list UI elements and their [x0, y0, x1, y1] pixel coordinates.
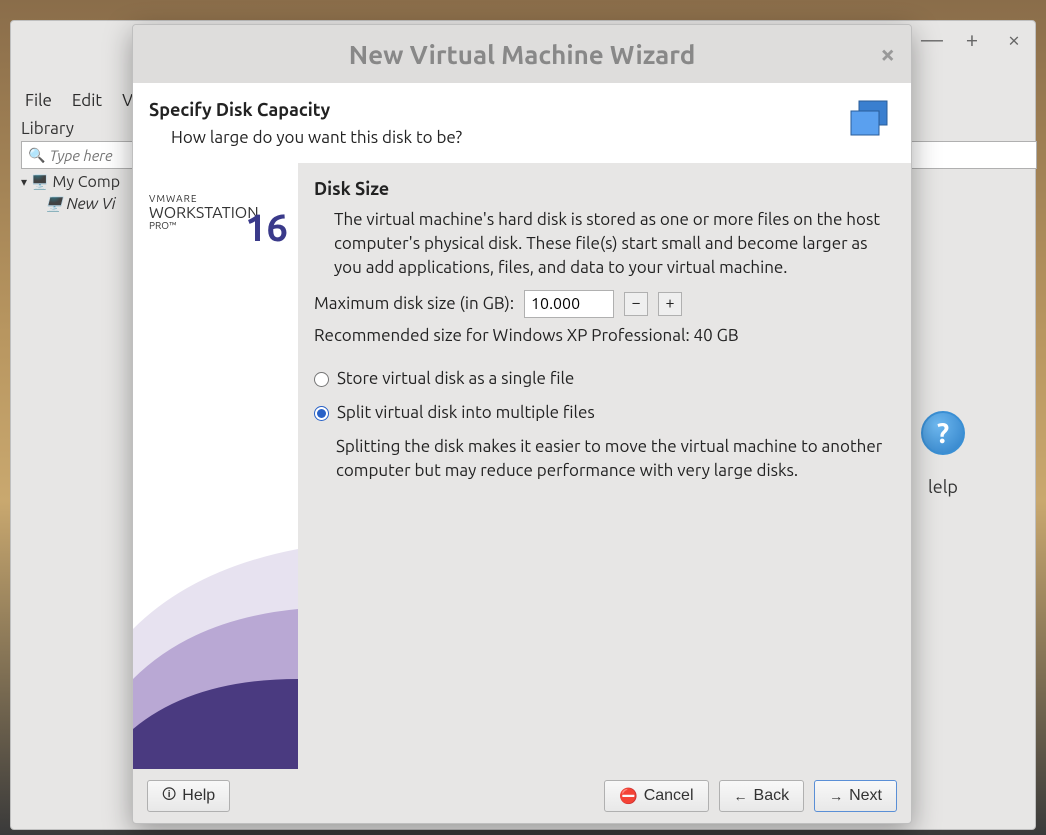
- next-button-label: Next: [849, 787, 882, 805]
- cancel-button-label: Cancel: [644, 787, 694, 805]
- wizard-step-title: Specify Disk Capacity: [149, 100, 462, 120]
- close-icon[interactable]: ×: [880, 39, 895, 68]
- cancel-button[interactable]: ⛔ Cancel: [604, 780, 709, 812]
- help-tile-label: lelp: [921, 477, 965, 497]
- wizard-header: Specify Disk Capacity How large do you w…: [133, 83, 911, 163]
- tree-item-label: New Vi: [66, 195, 115, 213]
- close-window-icon[interactable]: ×: [1005, 31, 1023, 49]
- back-button[interactable]: ← Back: [719, 780, 805, 812]
- brand-swoosh-graphic: [133, 509, 298, 769]
- disk-size-title: Disk Size: [314, 177, 895, 202]
- menu-bar: File Edit Vi: [21, 89, 142, 112]
- help-icon: 🛈: [162, 784, 176, 808]
- max-disk-size-label: Maximum disk size (in GB):: [314, 292, 514, 316]
- disk-size-description: The virtual machine's hard disk is store…: [334, 208, 895, 279]
- wizard-content: Disk Size The virtual machine's hard dis…: [298, 163, 911, 769]
- search-icon: 🔍: [28, 147, 45, 164]
- arrow-left-icon: ←: [734, 788, 748, 804]
- new-vm-wizard-dialog: New Virtual Machine Wizard × Specify Dis…: [132, 24, 912, 824]
- option-split-files[interactable]: Split virtual disk into multiple files: [314, 401, 895, 425]
- dialog-body: VMWARE WORKSTATION PRO™ 16 Disk Size The…: [133, 163, 911, 769]
- option-single-file[interactable]: Store virtual disk as a single file: [314, 367, 895, 391]
- menu-edit[interactable]: Edit: [68, 89, 106, 112]
- dialog-title: New Virtual Machine Wizard: [349, 40, 696, 69]
- split-description: Splitting the disk makes it easier to mo…: [336, 435, 895, 483]
- radio-split-files[interactable]: [314, 406, 329, 421]
- arrow-right-icon: →: [829, 788, 843, 804]
- brand-vmware: VMWARE: [149, 193, 288, 204]
- max-disk-size-input[interactable]: [524, 290, 614, 318]
- vm-icon: 🖥️: [45, 196, 62, 213]
- tree-root-label: My Comp: [52, 173, 120, 191]
- next-button[interactable]: → Next: [814, 780, 897, 812]
- radio-single-file[interactable]: [314, 372, 329, 387]
- step-up-button[interactable]: +: [658, 292, 682, 316]
- cancel-icon: ⛔: [619, 787, 638, 805]
- brand-version: 16: [245, 207, 288, 249]
- wizard-step-subtitle: How large do you want this disk to be?: [171, 128, 462, 147]
- window-controls: — + ×: [921, 31, 1023, 49]
- wizard-brand-panel: VMWARE WORKSTATION PRO™ 16: [133, 163, 298, 769]
- minimize-icon[interactable]: —: [921, 31, 939, 49]
- tree-vm-item[interactable]: 🖥️ New Vi: [45, 195, 120, 213]
- back-button-label: Back: [754, 787, 790, 805]
- tree-root-item[interactable]: ▾ 🖥️ My Comp: [21, 173, 120, 191]
- maximize-icon[interactable]: +: [963, 31, 981, 49]
- library-label: Library: [21, 119, 74, 138]
- recommended-size-label: Recommended size for Windows XP Professi…: [314, 324, 895, 348]
- menu-file[interactable]: File: [21, 89, 56, 112]
- step-down-button[interactable]: −: [624, 292, 648, 316]
- help-tile[interactable]: ? lelp: [921, 411, 965, 497]
- dialog-titlebar: New Virtual Machine Wizard ×: [133, 25, 911, 83]
- caret-down-icon: ▾: [21, 175, 27, 189]
- max-disk-size-row: Maximum disk size (in GB): − +: [314, 290, 895, 318]
- help-circle-icon: ?: [921, 411, 965, 455]
- help-button[interactable]: 🛈 Help: [147, 780, 230, 812]
- computer-icon: 🖥️: [31, 174, 48, 191]
- library-tree: ▾ 🖥️ My Comp 🖥️ New Vi: [21, 173, 120, 217]
- option-single-file-label: Store virtual disk as a single file: [337, 367, 574, 391]
- option-split-files-label: Split virtual disk into multiple files: [337, 401, 595, 425]
- dialog-footer: 🛈 Help ⛔ Cancel ← Back → Next: [133, 769, 911, 823]
- disk-wizard-icon: [845, 97, 893, 145]
- help-button-label: Help: [182, 787, 215, 805]
